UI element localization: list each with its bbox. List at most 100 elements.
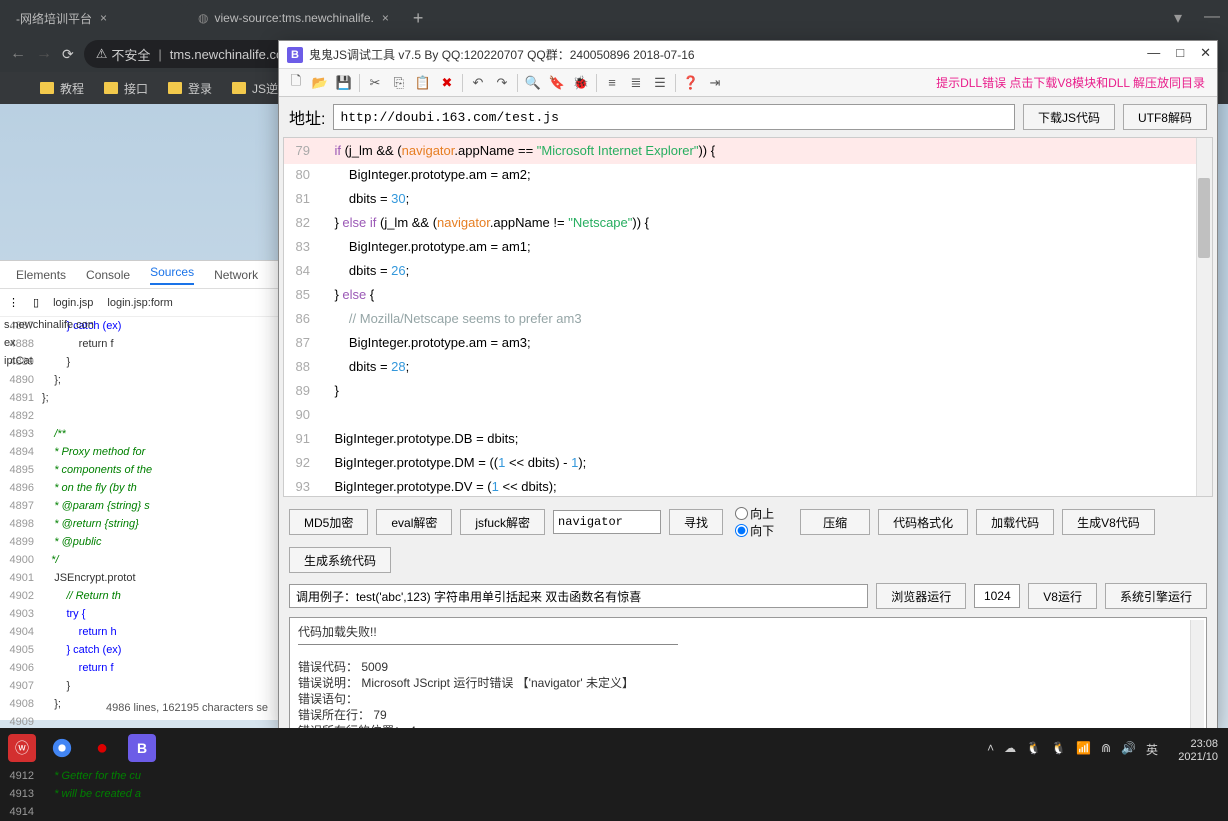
bookmark-item[interactable]: 登录 [168,80,212,97]
search-input[interactable] [553,510,661,534]
number-input[interactable] [974,584,1020,608]
tab-elements[interactable]: Elements [16,268,66,282]
new-tab-button[interactable]: + [403,8,434,29]
tray-icon[interactable]: 🐧 [1051,741,1066,758]
ime-label[interactable]: 英 [1146,741,1158,758]
undo-icon[interactable]: ↶ [467,72,489,94]
code-line[interactable]: 4895 * components of the [0,461,280,479]
code-line[interactable]: 4914 [0,803,280,821]
code-line[interactable]: 85 } else { [284,282,1212,306]
code-line[interactable]: 79 if (j_lm && (navigator.appName == "Mi… [284,138,1212,162]
find-icon[interactable]: 🔍 [522,72,544,94]
radio-up[interactable]: 向上 [735,505,774,522]
close-icon[interactable]: × [382,11,389,25]
code-line[interactable]: 86 // Mozilla/Netscape seems to prefer a… [284,306,1212,330]
code-line[interactable]: 4900 */ [0,551,280,569]
code-line[interactable]: 4912 * Getter for the cu [0,767,280,785]
code-line[interactable]: 4904 return h [0,623,280,641]
code-line[interactable]: 87 BigInteger.prototype.am = am3; [284,330,1212,354]
code-editor[interactable]: 79 if (j_lm && (navigator.appName == "Mi… [283,137,1213,497]
debug-icon[interactable]: 🐞 [570,72,592,94]
url-input[interactable] [333,104,1015,130]
code-line[interactable]: 91 BigInteger.prototype.DB = dbits; [284,426,1212,450]
scrollbar-vertical[interactable] [1196,138,1212,496]
bootstrap-icon[interactable]: B [128,734,156,762]
code-line[interactable]: 4901 JSEncrypt.protot [0,569,280,587]
output-panel[interactable]: 代码加载失败!! 错误代码： 5009 错误说明： Microsoft JScr… [289,617,1207,735]
format-button[interactable]: 代码格式化 [878,509,968,535]
tree-item[interactable]: s.newchinalife.con [4,316,94,334]
find-button[interactable]: 寻找 [669,509,723,535]
code-line[interactable]: 92 BigInteger.prototype.DM = ((1 << dbit… [284,450,1212,474]
tab-network[interactable]: Network [214,268,258,282]
file-tab[interactable]: login.jsp:form [107,297,172,309]
tray-icon[interactable]: ☁ [1004,741,1016,758]
minimize-icon[interactable]: ▾ [1174,8,1188,22]
code-line[interactable]: 4896 * on the fly (by th [0,479,280,497]
code-line[interactable]: 4907 } [0,677,280,695]
sys-engine-run-button[interactable]: 系统引擎运行 [1105,583,1207,609]
code-line[interactable]: 81 dbits = 30; [284,186,1212,210]
window-titlebar[interactable]: B 鬼鬼JS调试工具 v7.5 By QQ:120220707 QQ群：2400… [279,41,1217,69]
back-icon[interactable]: ← [10,45,26,63]
list-icon[interactable]: ☰ [649,72,671,94]
indent-icon[interactable]: ≡ [601,72,623,94]
bookmark-icon[interactable]: 🔖 [546,72,568,94]
delete-icon[interactable]: ✖ [436,72,458,94]
app-icon[interactable]: ⓦ [8,734,36,762]
tray-icon[interactable]: 📶 [1076,741,1091,758]
code-line[interactable]: 4902 // Return th [0,587,280,605]
minimize-icon[interactable]: — [1147,45,1160,61]
code-line[interactable]: 4906 return f [0,659,280,677]
code-line[interactable]: 4913 * will be created a [0,785,280,803]
record-icon[interactable]: ● [88,734,116,762]
radio-down[interactable]: 向下 [735,522,774,539]
code-line[interactable]: 4898 * @return {string} [0,515,280,533]
browser-tab-2[interactable]: ◍ view-source:tms.newchinalife. × [186,2,401,34]
code-line[interactable]: 4891}; [0,389,280,407]
wifi-icon[interactable]: ⋒ [1101,741,1111,758]
code-line[interactable]: 4905 } catch (ex) [0,641,280,659]
scrollbar-vertical[interactable] [1190,620,1204,730]
code-line[interactable]: 4894 * Proxy method for [0,443,280,461]
code-line[interactable]: 83 BigInteger.prototype.am = am1; [284,234,1212,258]
download-js-button[interactable]: 下载JS代码 [1023,104,1115,130]
copy-icon[interactable]: ⎘ [388,72,410,94]
scrollbar-thumb[interactable] [1198,178,1210,258]
volume-icon[interactable]: 🔊 [1121,741,1136,758]
code-line[interactable]: 80 BigInteger.prototype.am = am2; [284,162,1212,186]
sidebar-icon[interactable]: ▯ [33,296,39,309]
code-line[interactable]: 4890 }; [0,371,280,389]
bookmark-item[interactable]: 教程 [40,80,84,97]
file-tab[interactable]: login.jsp [53,297,93,309]
clock[interactable]: 23:08 2021/10 [1178,738,1218,764]
tray-icon[interactable]: 🐧 [1026,741,1041,758]
code-line[interactable]: 93 BigInteger.prototype.DV = (1 << dbits… [284,474,1212,497]
gen-v8-button[interactable]: 生成V8代码 [1062,509,1155,535]
help-icon[interactable]: ❓ [680,72,702,94]
v8-run-button[interactable]: V8运行 [1028,583,1097,609]
outdent-icon[interactable]: ≣ [625,72,647,94]
bookmark-item[interactable]: 接口 [104,80,148,97]
utf8-decode-button[interactable]: UTF8解码 [1123,104,1207,130]
code-line[interactable]: 4897 * @param {string} s [0,497,280,515]
tab-sources[interactable]: Sources [150,265,194,285]
chrome-icon[interactable] [48,734,76,762]
code-line[interactable]: 82 } else if (j_lm && (navigator.appName… [284,210,1212,234]
code-line[interactable]: 4899 * @public [0,533,280,551]
compress-button[interactable]: 压缩 [800,509,870,535]
cut-icon[interactable]: ✂ [364,72,386,94]
jsfuck-decrypt-button[interactable]: jsfuck解密 [460,509,545,535]
dll-warning[interactable]: 提示DLL错误 点击下载V8模块和DLL 解压放同目录 [936,74,1205,91]
code-line[interactable]: 4893 /** [0,425,280,443]
chevron-up-icon[interactable]: ˄ [987,741,994,758]
md5-button[interactable]: MD5加密 [289,509,368,535]
exit-icon[interactable]: ⇥ [704,72,726,94]
open-icon[interactable]: 📂 [309,72,331,94]
menu-icon[interactable]: ⋮ [8,296,19,309]
tab-console[interactable]: Console [86,268,130,282]
code-line[interactable]: 88 dbits = 28; [284,354,1212,378]
new-icon[interactable]: 🗋 [285,72,307,94]
browser-tab-1[interactable]: -网络培训平台 × [4,2,184,34]
reload-icon[interactable]: ⟳ [62,46,74,63]
